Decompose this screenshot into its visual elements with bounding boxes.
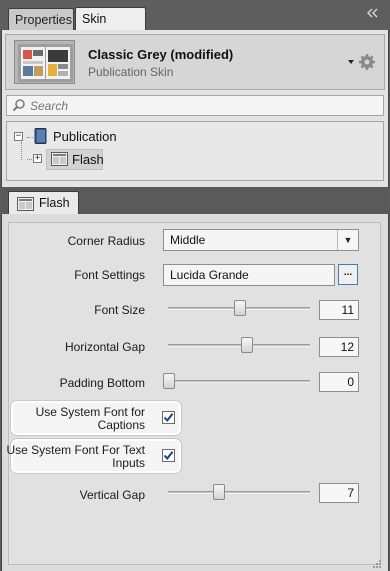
horizontal-gap-label: Horizontal Gap (64, 340, 145, 354)
publication-icon (34, 128, 47, 144)
expander-icon[interactable]: + (33, 154, 42, 163)
vertical-gap-slider-thumb[interactable] (212, 484, 225, 500)
expander-icon[interactable]: − (14, 132, 23, 141)
use-system-font-captions-checkbox[interactable] (162, 411, 175, 424)
font-size-label: Font Size (94, 303, 145, 317)
tab-flash-label: Flash (39, 196, 70, 210)
resize-grip-icon[interactable] (372, 558, 382, 568)
font-browse-button[interactable]: ... (338, 264, 358, 285)
tree-item-flash-label: Flash (72, 152, 104, 167)
label-line: Inputs (112, 456, 145, 470)
flash-skin-icon (17, 197, 34, 211)
skin-name: Classic Grey (modified) (88, 47, 234, 62)
chevron-down-icon[interactable]: ▼ (337, 230, 358, 250)
use-system-font-text-inputs-label: Use System Font For Text Inputs (7, 444, 146, 470)
dropdown-arrow-icon (348, 60, 354, 64)
tree-connector (27, 137, 33, 138)
checkmark-icon (163, 413, 174, 423)
skin-thumbnail (14, 40, 75, 84)
skin-type: Publication Skin (88, 65, 174, 79)
flash-skin-icon (51, 152, 68, 166)
search-icon (12, 98, 26, 112)
font-size-value[interactable]: 11 (319, 300, 359, 320)
use-system-font-captions-label: Use System Font for Captions (36, 406, 145, 432)
vertical-gap-slider-track[interactable] (168, 491, 310, 494)
padding-bottom-value[interactable]: 0 (319, 372, 359, 392)
checkmark-icon (163, 451, 174, 461)
tab-skin-editor[interactable]: Skin Editor (75, 7, 146, 48)
use-system-font-text-inputs-checkbox[interactable] (162, 449, 175, 462)
label-line: Captions (97, 418, 145, 432)
corner-radius-label: Corner Radius (67, 234, 145, 248)
horizontal-gap-slider-track[interactable] (168, 344, 310, 347)
font-size-slider-thumb[interactable] (234, 300, 246, 316)
padding-bottom-label: Padding Bottom (59, 376, 145, 390)
tree-connector (21, 142, 22, 160)
font-settings-value: Lucida Grande (170, 268, 249, 282)
tab-properties[interactable]: Properties (8, 8, 74, 31)
horizontal-gap-slider-thumb[interactable] (241, 337, 254, 353)
padding-bottom-slider-track[interactable] (168, 380, 310, 383)
tree-item-publication[interactable]: Publication (53, 129, 117, 144)
padding-bottom-slider-thumb[interactable] (163, 373, 175, 389)
font-settings-label: Font Settings (74, 268, 145, 282)
gear-icon (359, 54, 375, 70)
skin-options-button[interactable] (347, 52, 377, 72)
search-input[interactable] (30, 96, 370, 115)
corner-radius-value: Middle (170, 233, 206, 247)
vertical-gap-label: Vertical Gap (79, 488, 145, 502)
collapse-icon[interactable] (366, 6, 380, 20)
vertical-gap-value[interactable]: 7 (319, 483, 359, 503)
horizontal-gap-value[interactable]: 12 (319, 337, 359, 357)
